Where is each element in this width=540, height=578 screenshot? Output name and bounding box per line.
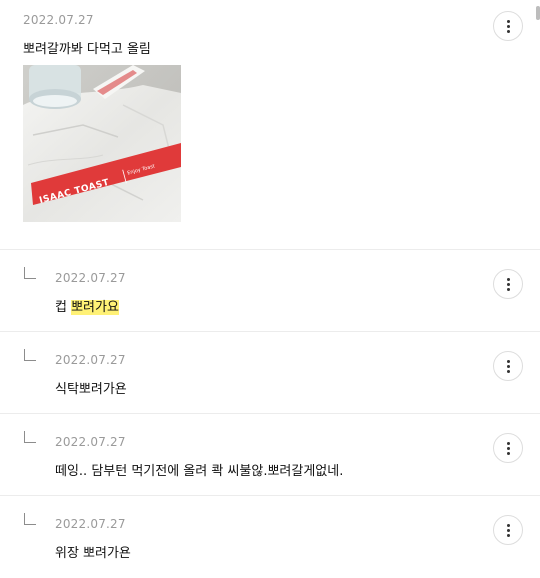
reply-icon [24, 267, 36, 279]
comment-date: 2022.07.27 [55, 435, 126, 449]
reply-comment: 2022.07.27 떼잉.. 담부턴 먹기전에 올려 콱 씨불않.뽀려갈게없네… [0, 414, 540, 496]
comment-date: 2022.07.27 [23, 13, 94, 27]
more-icon [506, 523, 510, 527]
more-icon [506, 441, 510, 445]
comment-text: 컵 뽀려가요 [55, 296, 119, 315]
reply-icon [24, 431, 36, 443]
comment: 2022.07.27 뽀려갈까봐 다먹고 올림 ISAAC TOAST Enjo… [0, 0, 540, 250]
reply-comment: 2022.07.27 컵 뽀려가요 [0, 250, 540, 332]
more-icon [506, 277, 510, 281]
toast-wrapper-photo: ISAAC TOAST Enjoy Toast [23, 65, 181, 222]
comment-date: 2022.07.27 [55, 271, 126, 285]
comment-date: 2022.07.27 [55, 517, 126, 531]
reply-icon [24, 349, 36, 361]
reply-comment: 2022.07.27 위장 뽀려가욘 [0, 496, 540, 578]
more-options-button[interactable] [493, 351, 523, 381]
more-icon [506, 19, 510, 23]
more-icon [506, 359, 510, 363]
reply-icon [24, 513, 36, 525]
more-options-button[interactable] [493, 11, 523, 41]
comment-text: 위장 뽀려가욘 [55, 546, 131, 561]
comment-text: 뽀려갈까봐 다먹고 올림 [23, 42, 151, 57]
comment-date: 2022.07.27 [55, 353, 126, 367]
more-options-button[interactable] [493, 433, 523, 463]
comment-text: 식탁뽀려가욘 [55, 382, 127, 397]
attached-photo[interactable]: ISAAC TOAST Enjoy Toast [23, 65, 181, 222]
comment-text-prefix: 컵 [55, 300, 72, 315]
more-options-button[interactable] [493, 515, 523, 545]
highlighted-keyword: 뽀려가요 [71, 300, 119, 315]
more-options-button[interactable] [493, 269, 523, 299]
comment-text: 떼잉.. 담부턴 먹기전에 올려 콱 씨불않.뽀려갈게없네. [55, 464, 344, 479]
reply-comment: 2022.07.27 식탁뽀려가욘 [0, 332, 540, 414]
